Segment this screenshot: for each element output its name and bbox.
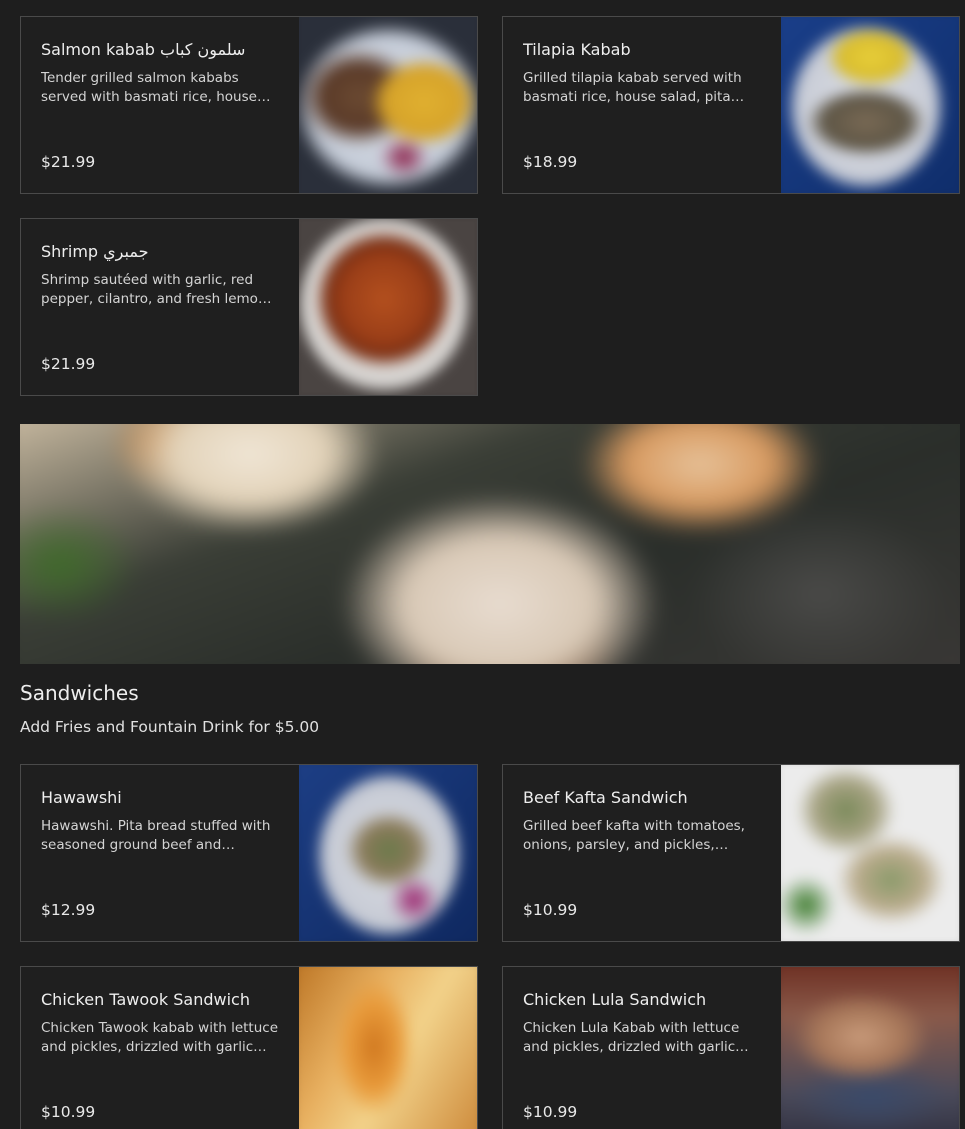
- item-photo: [299, 967, 477, 1129]
- menu-item-card[interactable]: Tilapia Kabab Grilled tilapia kabab serv…: [502, 16, 960, 194]
- menu-item-card[interactable]: Shrimp جمبري Shrimp sautéed with garlic,…: [20, 218, 478, 396]
- section-subtitle: Add Fries and Fountain Drink for $5.00: [20, 718, 320, 736]
- item-description: Hawawshi. Pita bread stuffed with season…: [41, 818, 271, 853]
- item-price: $18.99: [523, 153, 578, 171]
- menu-item-card[interactable]: Beef Kafta Sandwich Grilled beef kafta w…: [502, 764, 960, 942]
- item-description: Grilled beef kafta with tomatoes, onions…: [523, 818, 745, 853]
- menu-item-card[interactable]: Chicken Tawook Sandwich Chicken Tawook k…: [20, 966, 478, 1129]
- item-price: $10.99: [41, 1103, 96, 1121]
- item-price: $10.99: [523, 1103, 578, 1121]
- item-description: Tender grilled salmon kababs served with…: [41, 70, 257, 105]
- item-photo: [299, 765, 477, 941]
- item-title: Beef Kafta Sandwich: [523, 788, 688, 807]
- menu-item-card[interactable]: Hawawshi Hawawshi. Pita bread stuffed wi…: [20, 764, 478, 942]
- section-title: Sandwiches: [20, 681, 139, 705]
- item-photo: [781, 967, 959, 1129]
- item-description: Shrimp sautéed with garlic, red pepper, …: [41, 272, 267, 307]
- item-title: Tilapia Kabab: [523, 40, 631, 59]
- item-description: Chicken Tawook kabab with lettuce and pi…: [41, 1020, 279, 1055]
- sandwich-items-grid: Hawawshi Hawawshi. Pita bread stuffed wi…: [20, 764, 960, 1129]
- item-description: Grilled tilapia kabab served with basmat…: [523, 70, 742, 105]
- item-title: Chicken Tawook Sandwich: [41, 990, 250, 1009]
- item-title: Shrimp جمبري: [41, 242, 149, 261]
- item-price: $10.99: [523, 901, 578, 919]
- item-price: $12.99: [41, 901, 96, 919]
- menu-page: Salmon kabab سلمون كباب Tender grilled s…: [0, 0, 965, 1129]
- item-price: $21.99: [41, 153, 96, 171]
- item-photo: [781, 765, 959, 941]
- item-title: Chicken Lula Sandwich: [523, 990, 707, 1009]
- seafood-items-grid: Salmon kabab سلمون كباب Tender grilled s…: [20, 16, 960, 396]
- item-description: Chicken Lula Kabab with lettuce and pick…: [523, 1020, 740, 1055]
- item-photo: [299, 17, 477, 193]
- sandwiches-banner-image: [20, 424, 960, 664]
- menu-item-card[interactable]: Chicken Lula Sandwich Chicken Lula Kabab…: [502, 966, 960, 1129]
- item-title: Salmon kabab سلمون كباب: [41, 40, 246, 59]
- menu-item-card[interactable]: Salmon kabab سلمون كباب Tender grilled s…: [20, 16, 478, 194]
- item-price: $21.99: [41, 355, 96, 373]
- item-photo: [299, 219, 477, 395]
- item-title: Hawawshi: [41, 788, 122, 807]
- item-photo: [781, 17, 959, 193]
